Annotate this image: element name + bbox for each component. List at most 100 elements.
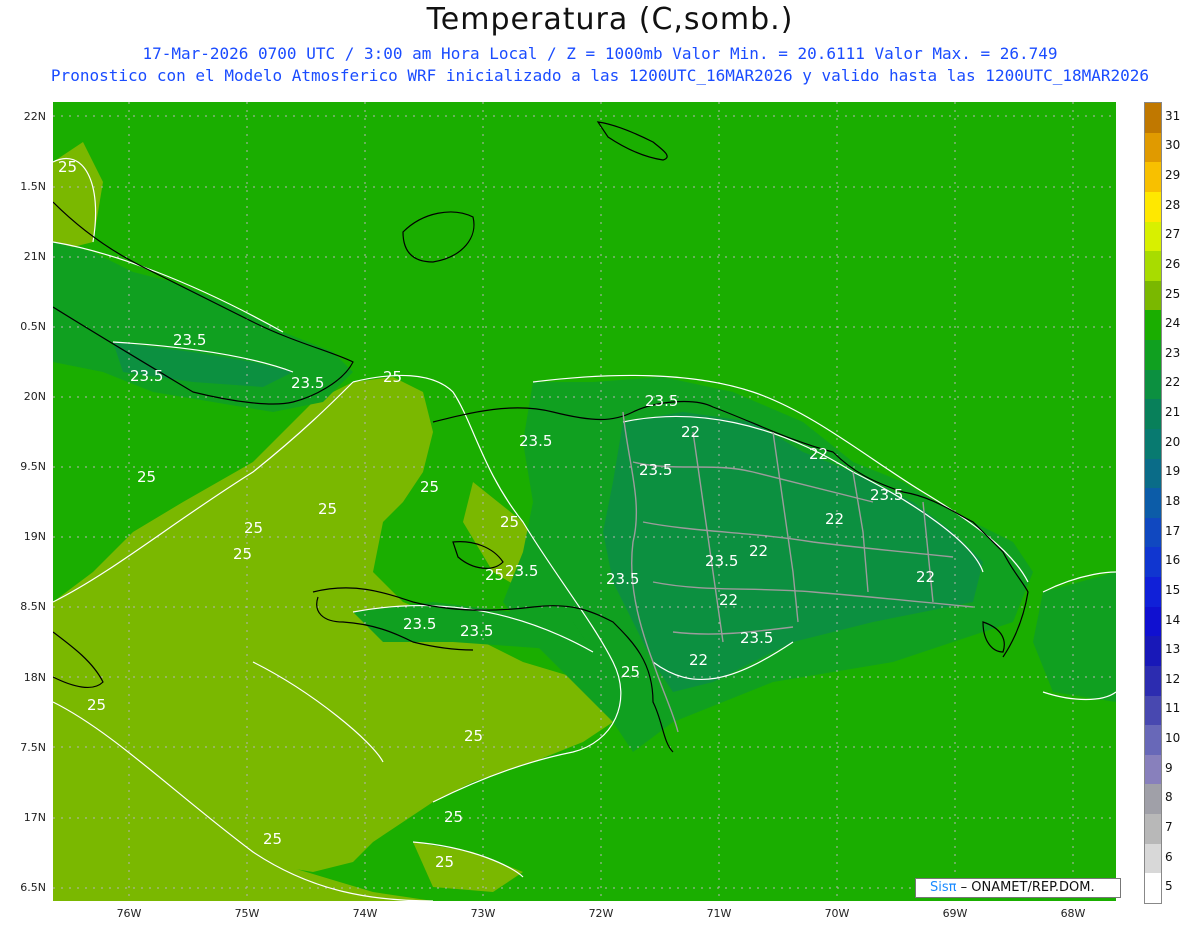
colorbar-swatch	[1145, 873, 1161, 904]
lat-label: 21N	[23, 250, 46, 263]
colorbar-label: 28	[1165, 197, 1181, 212]
colorbar-swatch	[1145, 310, 1161, 341]
colorbar-swatch	[1145, 814, 1161, 845]
contour-label: 25	[137, 468, 156, 486]
colorbar-swatch	[1145, 251, 1161, 282]
contour-label: 23.5	[130, 367, 163, 385]
contour-label: 23.5	[505, 562, 538, 580]
colorbar-swatch	[1145, 517, 1161, 548]
colorbar-swatch	[1145, 547, 1161, 578]
colorbar-label: 6	[1165, 849, 1173, 864]
contour-label: 22	[809, 445, 828, 463]
colorbar-swatch	[1145, 103, 1161, 133]
colorbar-label: 26	[1165, 256, 1181, 271]
colorbar-label: 16	[1165, 553, 1181, 568]
contour-label: 23.5	[639, 461, 672, 479]
colorbar-swatch	[1145, 488, 1161, 519]
colorbar-label: 23	[1165, 345, 1181, 360]
colorbar-label: 9	[1165, 760, 1173, 775]
lon-label: 70W	[824, 907, 850, 920]
colorbar-label: 30	[1165, 138, 1181, 153]
colorbar-label: 12	[1165, 671, 1181, 686]
colorbar-swatch	[1145, 162, 1161, 193]
colorbar-swatch	[1145, 428, 1161, 459]
contour-label: 25	[485, 566, 504, 584]
colorbar-label: 20	[1165, 434, 1181, 449]
lat-label: 17N	[23, 811, 46, 824]
lon-label: 71W	[706, 907, 732, 920]
lat-label: 9.5N	[20, 460, 46, 473]
contour-label: 23.5	[645, 392, 678, 410]
contour-label: 23.5	[519, 432, 552, 450]
contour-label: 23.5	[870, 486, 903, 504]
contour-label: 25	[58, 158, 77, 176]
lat-label: 6.5N	[20, 881, 46, 894]
lon-label: 72W	[588, 907, 614, 920]
colorbar-swatch	[1145, 754, 1161, 785]
colorbar-swatch	[1145, 191, 1161, 222]
contour-label: 25	[263, 830, 282, 848]
contour-label: 22	[916, 568, 935, 586]
contour-label: 22	[681, 423, 700, 441]
contour-label: 25	[244, 519, 263, 537]
contour-label: 23.5	[403, 615, 436, 633]
sispi-logo: Sisπ	[930, 880, 957, 895]
contour-label: 23.5	[460, 622, 493, 640]
lon-label: 75W	[234, 907, 260, 920]
lat-label: 1.5N	[20, 180, 46, 193]
colorbar-label: 25	[1165, 286, 1181, 301]
colorbar-swatch	[1145, 606, 1161, 637]
model-info-line: Pronostico con el Modelo Atmosferico WRF…	[50, 66, 1150, 85]
credit-box: Sisπ – ONAMET/REP.DOM.	[915, 878, 1121, 898]
colorbar-label: 13	[1165, 642, 1181, 657]
colorbar-label: 5	[1165, 879, 1173, 894]
colorbar-label: 24	[1165, 316, 1181, 331]
colorbar-swatch	[1145, 280, 1161, 311]
lon-label: 68W	[1060, 907, 1086, 920]
colorbar-label: 18	[1165, 494, 1181, 508]
contour-label: 22	[689, 651, 708, 669]
colorbar-label: 11	[1165, 701, 1181, 716]
colorbar-swatch	[1145, 665, 1161, 696]
lat-label: 18N	[23, 671, 46, 684]
colorbar-label: 8	[1165, 790, 1173, 805]
contour-label: 25	[464, 727, 483, 745]
contour-label: 22	[749, 542, 768, 560]
contour-label: 23.5	[740, 629, 773, 647]
contour-label: 25	[318, 500, 337, 518]
colorbar-swatch	[1145, 221, 1161, 252]
lat-label: 7.5N	[20, 741, 46, 754]
contour-label: 23.5	[173, 331, 206, 349]
colorbar-swatch	[1145, 369, 1161, 400]
contour-label: 25	[444, 808, 463, 826]
contour-label: 23.5	[291, 374, 324, 392]
colorbar-label: 21	[1165, 405, 1181, 420]
colorbar-label: 31	[1165, 108, 1181, 123]
colorbar-label: 10	[1165, 731, 1181, 746]
contour-label: 25	[621, 663, 640, 681]
colorbar-label: 19	[1165, 464, 1181, 479]
contour-label: 25	[233, 545, 252, 563]
colorbar-swatch	[1145, 725, 1161, 756]
colorbar-swatch	[1145, 340, 1161, 371]
colorbar-label: 14	[1165, 612, 1181, 627]
colorbar-swatch	[1145, 577, 1161, 608]
temperature-map: 25 25 23.5 23.5 23.5 25 23.5 22 23.5 22 …	[53, 102, 1116, 901]
colorbar-label: 17	[1165, 523, 1181, 538]
credit-text: – ONAMET/REP.DOM.	[960, 880, 1095, 895]
lat-label: 20N	[23, 390, 46, 403]
colorbar-swatch	[1145, 399, 1161, 430]
colorbar-label: 22	[1165, 375, 1181, 390]
lon-label: 73W	[470, 907, 496, 920]
map-title: Temperatura (C,somb.)	[426, 2, 794, 37]
contour-label: 23.5	[606, 570, 639, 588]
contour-label: 22	[719, 591, 738, 609]
lon-label: 74W	[352, 907, 378, 920]
lon-label: 76W	[116, 907, 142, 920]
colorbar-swatch	[1145, 843, 1161, 874]
contour-label: 25	[420, 478, 439, 496]
contour-label: 23.5	[705, 552, 738, 570]
lat-label: 8.5N	[20, 600, 46, 613]
lon-label: 69W	[942, 907, 968, 920]
colorbar-swatch	[1145, 636, 1161, 667]
